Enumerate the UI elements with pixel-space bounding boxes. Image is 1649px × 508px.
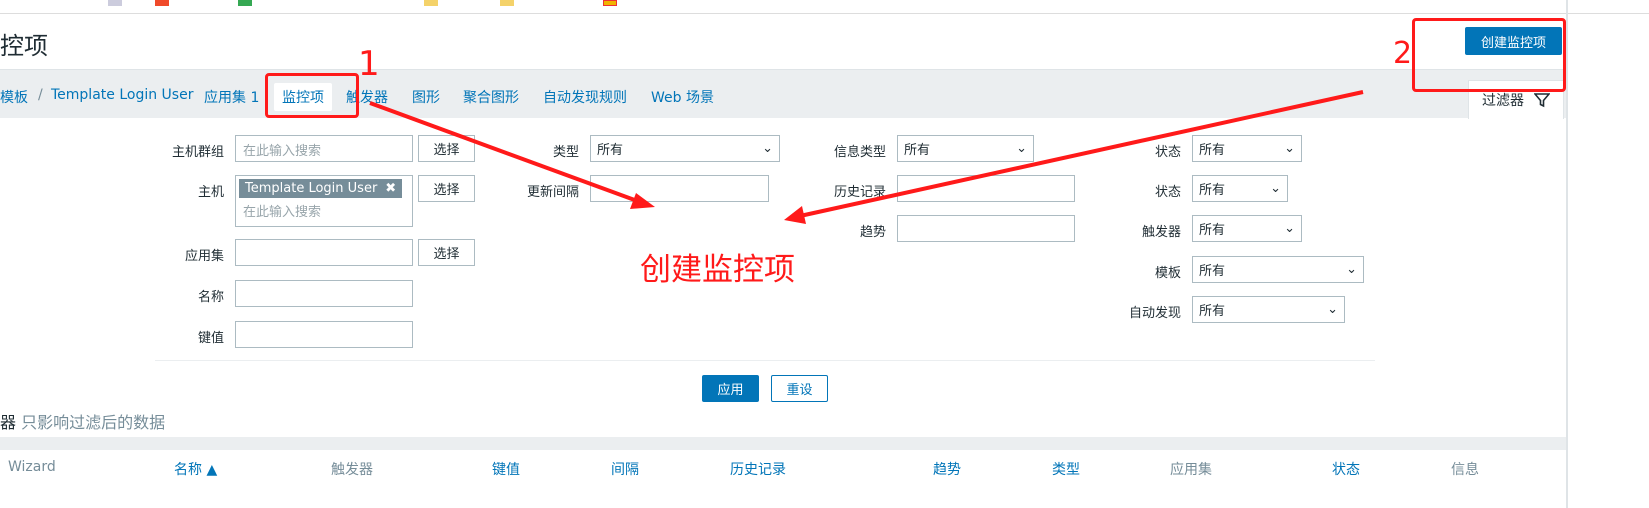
arrow-head-icon bbox=[630, 193, 655, 209]
arrow-1 bbox=[369, 101, 641, 204]
arrow-head-icon bbox=[784, 206, 806, 224]
annotation-arrows bbox=[369, 90, 1364, 224]
arrow-2 bbox=[799, 90, 1364, 218]
